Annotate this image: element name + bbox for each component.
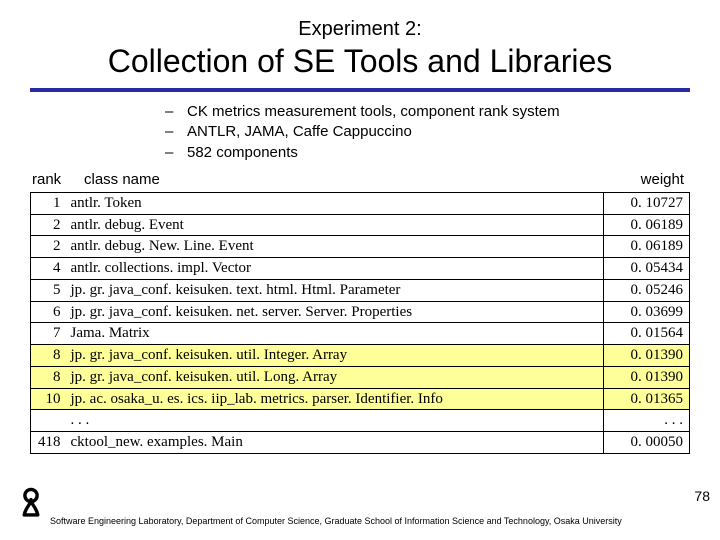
cell-rank: 10 xyxy=(31,388,67,410)
title-underline xyxy=(30,88,690,92)
cell-weight: 0. 06189 xyxy=(604,214,690,236)
cell-class-name: antlr. debug. New. Line. Event xyxy=(67,236,604,258)
cell-class-name: jp. gr. java_conf. keisuken. util. Long.… xyxy=(67,366,604,388)
cell-rank: 8 xyxy=(31,366,67,388)
cell-rank: 8 xyxy=(31,345,67,367)
cell-weight: . . . xyxy=(604,410,690,432)
cell-weight: 0. 00050 xyxy=(604,432,690,454)
cell-rank: 2 xyxy=(31,236,67,258)
bullet-list: –CK metrics measurement tools, component… xyxy=(165,102,720,163)
cell-rank: 1 xyxy=(31,192,67,214)
cell-class-name: jp. gr. java_conf. keisuken. net. server… xyxy=(67,301,604,323)
col-header-rank: rank xyxy=(32,171,84,188)
bullet-item: 582 components xyxy=(187,143,298,163)
cell-class-name: cktool_new. examples. Main xyxy=(67,432,604,454)
cell-weight: 0. 01365 xyxy=(604,388,690,410)
cell-rank: 4 xyxy=(31,258,67,280)
table-row: 2antlr. debug. Event0. 06189 xyxy=(31,214,690,236)
table-header-row: rank class name weight xyxy=(30,169,690,192)
table-row: 7Jama. Matrix0. 01564 xyxy=(31,323,690,345)
bullet-item: ANTLR, JAMA, Caffe Cappuccino xyxy=(187,122,412,142)
title-main: Collection of SE Tools and Libraries xyxy=(30,43,690,84)
cell-weight: 0. 10727 xyxy=(604,192,690,214)
col-header-class: class name xyxy=(84,171,604,188)
table-row: 2antlr. debug. New. Line. Event0. 06189 xyxy=(31,236,690,258)
table-row: . . . . . . xyxy=(31,410,690,432)
cell-rank: 418 xyxy=(31,432,67,454)
cell-class-name: jp. gr. java_conf. keisuken. util. Integ… xyxy=(67,345,604,367)
cell-class-name: antlr. collections. impl. Vector xyxy=(67,258,604,280)
lab-logo-icon xyxy=(14,486,48,520)
cell-weight: 0. 06189 xyxy=(604,236,690,258)
cell-rank xyxy=(31,410,67,432)
table-row: 4antlr. collections. impl. Vector0. 0543… xyxy=(31,258,690,280)
cell-rank: 6 xyxy=(31,301,67,323)
rank-table: 1antlr. Token0. 107272antlr. debug. Even… xyxy=(30,192,690,454)
cell-class-name: Jama. Matrix xyxy=(67,323,604,345)
cell-weight: 0. 03699 xyxy=(604,301,690,323)
cell-class-name: jp. ac. osaka_u. es. ics. iip_lab. metri… xyxy=(67,388,604,410)
cell-weight: 0. 01390 xyxy=(604,345,690,367)
cell-weight: 0. 01564 xyxy=(604,323,690,345)
table-row: 8 jp. gr. java_conf. keisuken. util. Lon… xyxy=(31,366,690,388)
cell-class-name: . . . xyxy=(67,410,604,432)
table-row: 1antlr. Token0. 10727 xyxy=(31,192,690,214)
cell-weight: 0. 01390 xyxy=(604,366,690,388)
footer-text: Software Engineering Laboratory, Departm… xyxy=(50,516,622,526)
cell-rank: 7 xyxy=(31,323,67,345)
page-number: 78 xyxy=(694,488,710,504)
col-header-weight: weight xyxy=(604,171,684,188)
cell-class-name: antlr. debug. Event xyxy=(67,214,604,236)
cell-weight: 0. 05434 xyxy=(604,258,690,280)
table-row: 5jp. gr. java_conf. keisuken. text. html… xyxy=(31,279,690,301)
table-row: 8 jp. gr. java_conf. keisuken. util. Int… xyxy=(31,345,690,367)
cell-weight: 0. 05246 xyxy=(604,279,690,301)
cell-class-name: jp. gr. java_conf. keisuken. text. html.… xyxy=(67,279,604,301)
cell-rank: 2 xyxy=(31,214,67,236)
cell-class-name: antlr. Token xyxy=(67,192,604,214)
title-supertitle: Experiment 2: xyxy=(30,18,690,41)
bullet-item: CK metrics measurement tools, component … xyxy=(187,102,560,122)
table-row: 10jp. ac. osaka_u. es. ics. iip_lab. met… xyxy=(31,388,690,410)
table-row: 418cktool_new. examples. Main0. 00050 xyxy=(31,432,690,454)
table-row: 6jp. gr. java_conf. keisuken. net. serve… xyxy=(31,301,690,323)
cell-rank: 5 xyxy=(31,279,67,301)
